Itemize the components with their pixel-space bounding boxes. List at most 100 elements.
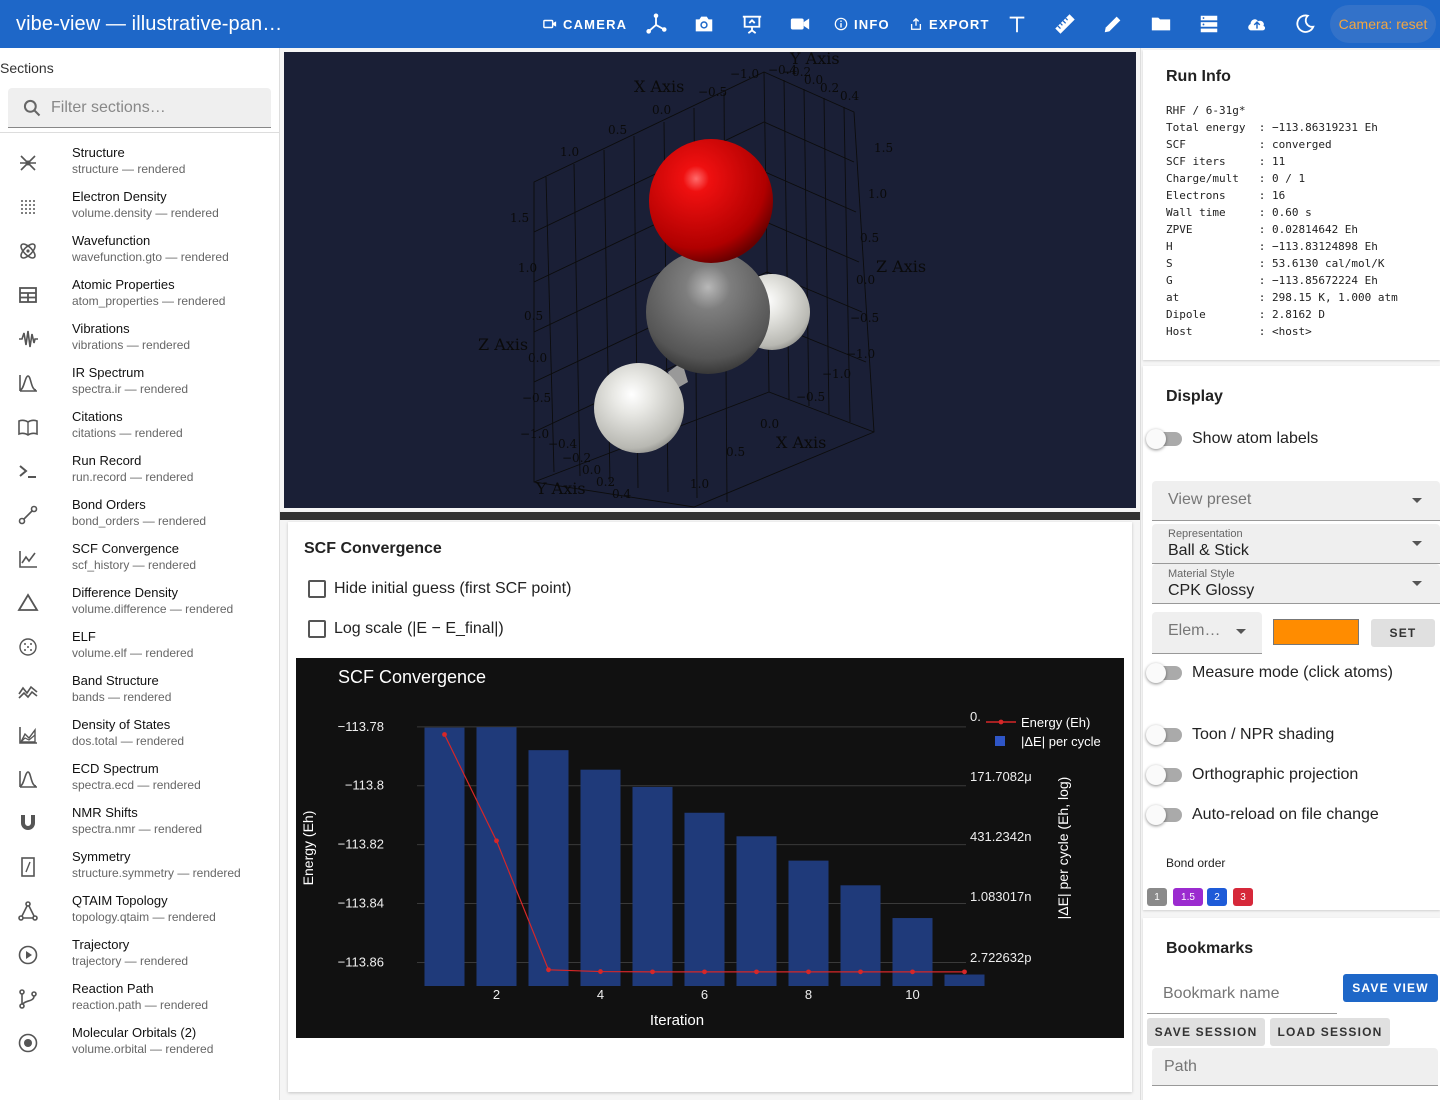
axis-tick-label: −0.5 [698,85,727,99]
checkbox-label: Log scale (|E − E_final|) [334,620,504,637]
view-preset-select[interactable]: View preset [1152,481,1440,521]
open-folder-button[interactable] [1149,12,1173,36]
section-item[interactable]: Wavefunction wavefunction.gto — rendered [0,232,279,276]
section-item[interactable]: Density of States dos.total — rendered [0,716,279,760]
element-select[interactable]: Elem… [1152,612,1262,654]
text-label-button[interactable] [1005,12,1029,36]
section-item[interactable]: Reaction Path reaction.path — rendered [0,980,279,1024]
section-item[interactable]: IR Spectrum spectra.ir — rendered [0,364,279,408]
toon-shading-toggle[interactable]: Toon / NPR shading [1146,725,1334,745]
table-icon [17,284,39,306]
show-atom-labels-toggle[interactable]: Show atom labels [1146,429,1318,449]
axis-tick-label: 1.5 [874,141,893,155]
play-circle-icon [17,944,39,966]
section-item[interactable]: Atomic Properties atom_properties — rende… [0,276,279,320]
section-title: Structure [72,145,125,160]
section-subtitle: bond_orders — rendered [72,514,207,528]
auto-reload-toggle[interactable]: Auto-reload on file change [1146,805,1379,825]
checkbox-box[interactable] [308,580,326,598]
section-title: IR Spectrum [72,365,145,380]
bands-icon [17,680,39,702]
orthographic-toggle[interactable]: Orthographic projection [1146,765,1358,785]
section-item[interactable]: Trajectory trajectory — rendered [0,936,279,980]
axes-button[interactable] [644,12,668,36]
select-placeholder: Elem… [1168,622,1221,639]
hide-initial-guess-checkbox[interactable]: Hide initial guess (first SCF point) [308,580,571,598]
night-mode-button[interactable] [1293,12,1317,36]
upload-button[interactable] [1245,12,1269,36]
dotted-circle-icon [17,636,39,658]
section-item[interactable]: Bond Orders bond_orders — rendered [0,496,279,540]
bookmark-name-input[interactable] [1163,984,1333,1003]
section-item[interactable]: NMR Shifts spectra.nmr — rendered [0,804,279,848]
screenshot-button[interactable] [692,12,716,36]
data-point [598,969,603,974]
present-button[interactable] [740,12,764,36]
section-subtitle: structure — rendered [72,162,186,176]
filter-sections-input[interactable] [51,98,251,117]
representation-select[interactable]: Representation Ball & Stick [1152,524,1440,564]
ruler-button[interactable] [1053,12,1077,36]
section-item[interactable]: ELF volume.elf — rendered [0,628,279,672]
section-item[interactable]: Band Structure bands — rendered [0,672,279,716]
magnet-icon [17,812,39,834]
section-item[interactable]: Structure structure — rendered [0,144,279,188]
card-title: Bookmarks [1166,940,1254,957]
data-bar [580,769,621,986]
material-style-select[interactable]: Material Style CPK Glossy [1152,564,1440,604]
section-item[interactable]: Run Record run.record — rendered [0,452,279,496]
section-item[interactable]: Electron Density volume.density — rendere… [0,188,279,232]
y-tick-label: −113.78 [338,719,384,734]
axis-tick-label: 0.0 [856,273,875,287]
camera-reset-chip[interactable]: Camera: reset [1330,5,1436,43]
spectrum-icon [17,768,39,790]
display-card: Display Show atom labels View preset Rep… [1143,366,1440,910]
triangle-icon [17,592,39,614]
server-button[interactable] [1197,12,1221,36]
section-item[interactable]: Molecular Orbitals (2) volume.orbital — r… [0,1024,279,1068]
data-bar [476,727,517,986]
draw-button[interactable] [1101,12,1125,36]
path-field[interactable] [1152,1048,1438,1086]
chevron-down-icon [1412,541,1422,546]
section-item[interactable]: Difference Density volume.difference — re… [0,584,279,628]
section-item[interactable]: Vibrations vibrations — rendered [0,320,279,364]
x-axis-label: Iteration [650,1012,704,1029]
export-button[interactable]: EXPORT [909,0,990,48]
section-item[interactable]: SCF Convergence scf_history — rendered [0,540,279,584]
section-item[interactable]: Citations citations — rendered [0,408,279,452]
record-video-button[interactable] [788,12,812,36]
camera-menu-button[interactable]: CAMERA [543,0,627,48]
bookmark-name-field[interactable] [1147,974,1337,1014]
section-subtitle: spectra.ecd — rendered [72,778,201,792]
element-color-swatch[interactable] [1273,619,1359,645]
axis-tick-label: −1.0 [846,347,875,361]
checkbox-box[interactable] [308,620,326,638]
molecule-3d-viewer[interactable]: X Axis Y Axis Z Axis Z Axis X Axis Y Axi… [284,52,1136,508]
measure-mode-toggle[interactable]: Measure mode (click atoms) [1146,663,1393,683]
path-input[interactable] [1164,1057,1424,1076]
y2-tick-label: 431.2342n [970,829,1031,844]
section-item[interactable]: QTAIM Topology topology.qtaim — rendered [0,892,279,936]
section-item[interactable]: ECD Spectrum spectra.ecd — rendered [0,760,279,804]
atom-orbit-icon [17,240,39,262]
set-color-button[interactable]: SET [1371,619,1435,647]
load-session-button[interactable]: LOAD SESSION [1270,1018,1390,1046]
panel-splitter[interactable] [280,512,1140,520]
section-item[interactable]: Symmetry structure.symmetry — rendered [0,848,279,892]
run-info-text: RHF / 6-31g* Total energy : −113.8631923… [1166,104,1398,338]
scf-chart[interactable]: −113.78 −113.8 −113.82 −113.84 −113.86 0. 171.… [296,658,1124,1038]
select-value: Ball & Stick [1168,542,1249,559]
axis-tick-label: 0.0 [652,103,671,117]
log-scale-checkbox[interactable]: Log scale (|E − E_final|) [308,620,504,638]
path-icon [17,988,39,1010]
book-icon [17,416,39,438]
y2-tick-label: 1.083017n [970,889,1031,904]
legend-point-swatch [998,719,1004,725]
filter-sections-field[interactable] [8,88,271,128]
axis-tick-label: −0.4 [548,437,578,451]
info-button[interactable]: INFO [834,0,890,48]
save-session-button[interactable]: SAVE SESSION [1147,1018,1265,1046]
save-view-button[interactable]: SAVE VIEW [1343,974,1438,1002]
data-bar [424,727,465,986]
